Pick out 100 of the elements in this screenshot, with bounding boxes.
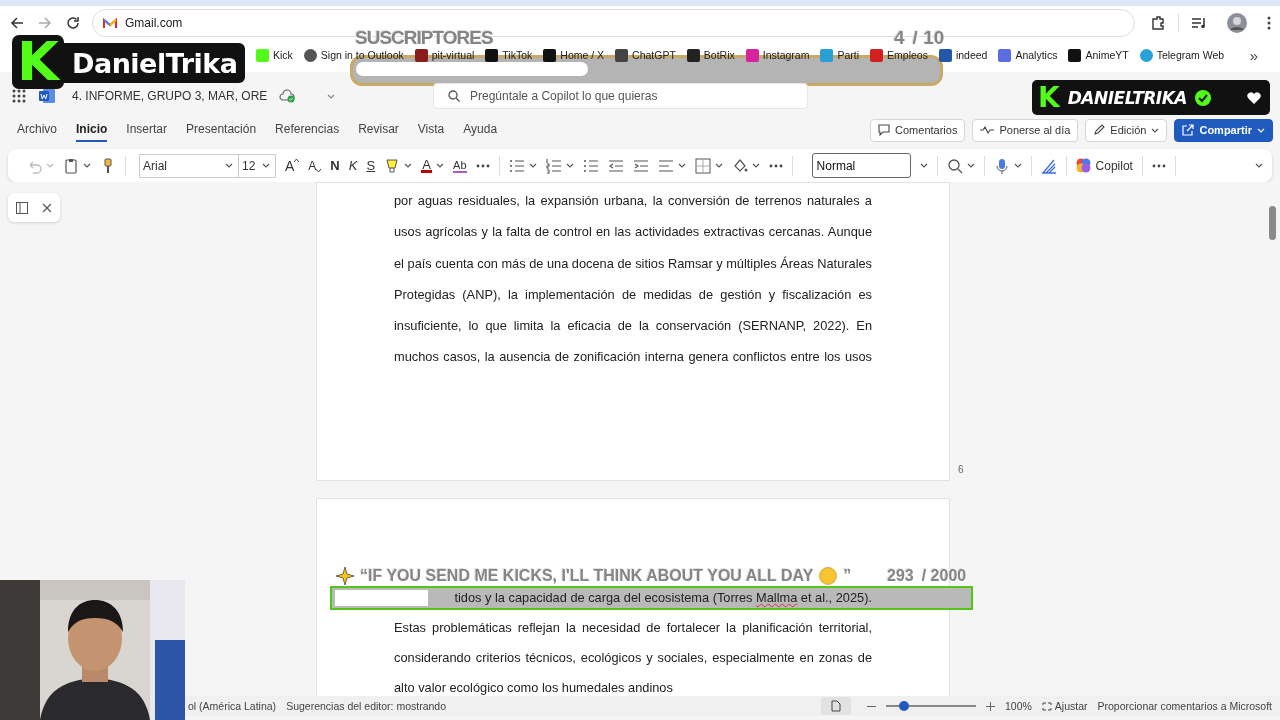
- share-button[interactable]: Compartir: [1174, 118, 1273, 142]
- fit-icon: [1041, 701, 1052, 711]
- close-icon[interactable]: [42, 202, 52, 213]
- chevron-down-icon[interactable]: [327, 93, 336, 99]
- bookmark-link[interactable]: Instagram: [745, 48, 810, 62]
- chevron-down-icon[interactable]: [1151, 127, 1160, 133]
- zoom-in-icon[interactable]: [985, 701, 995, 711]
- bold-button[interactable]: N: [330, 158, 340, 173]
- caret-up-icon: [294, 157, 300, 162]
- panel-icon[interactable]: [16, 201, 28, 214]
- chevron-down-icon[interactable]: [436, 163, 445, 168]
- ribbon-tab[interactable]: Archivo: [17, 118, 57, 142]
- chevron-down-icon[interactable]: [1013, 163, 1022, 168]
- address-text: Gmail.com: [125, 16, 183, 30]
- feedback-link[interactable]: Proporcionar comentarios a Microsoft: [1097, 700, 1272, 712]
- ribbon-tab[interactable]: Presentación: [186, 118, 257, 142]
- style-select[interactable]: Normal: [811, 153, 911, 178]
- bookmark-link[interactable]: Home / X: [543, 48, 605, 62]
- document-title[interactable]: 4. INFORME, GRUPO 3, MAR, ORE: [72, 89, 268, 103]
- site-icon: [938, 48, 952, 62]
- italic-button[interactable]: K: [348, 158, 358, 173]
- ribbon-tab[interactable]: Revisar: [358, 118, 399, 142]
- ribbon-tab[interactable]: Referencias: [275, 118, 340, 142]
- back-icon[interactable]: [10, 16, 24, 30]
- site-icon: [615, 48, 629, 62]
- ribbon-tab[interactable]: Insertar: [126, 118, 168, 142]
- chevron-down-icon[interactable]: [528, 163, 537, 168]
- scrollbar-thumb[interactable]: [1269, 206, 1276, 240]
- extensions-icon[interactable]: [1150, 15, 1166, 31]
- chevron-down-icon[interactable]: [966, 163, 975, 168]
- chevron-down-icon[interactable]: [404, 163, 413, 168]
- sparkle-icon: [336, 567, 354, 585]
- more-options-icon[interactable]: [475, 163, 490, 168]
- text-line: usos agrícolas y la falta de control en las actividades extractivas cercanas. Aunque: [394, 225, 872, 240]
- more-icon[interactable]: [1267, 16, 1271, 30]
- bookmark-link[interactable]: ChatGPT: [615, 48, 676, 62]
- text-line: Protegidas (ANP), la implementación de medidas de gestión y fiscalización es: [394, 287, 872, 302]
- quote-mark: ”: [843, 567, 852, 585]
- chevron-down-icon[interactable]: [83, 163, 91, 168]
- bookmark-link[interactable]: Empleos: [870, 48, 928, 62]
- heart-icon[interactable]: [1246, 90, 1262, 105]
- comment-button[interactable]: Comentarios: [870, 118, 966, 142]
- chevron-down-icon[interactable]: [565, 163, 574, 168]
- more-bookmarks-button[interactable]: »: [1249, 46, 1258, 64]
- highlighter-icon[interactable]: [384, 157, 401, 174]
- shrink-font-button[interactable]: A: [308, 158, 322, 173]
- page-view-button[interactable]: [820, 697, 851, 715]
- increase-indent-icon[interactable]: [632, 157, 649, 174]
- search-icon[interactable]: [946, 157, 963, 174]
- chevron-down-icon[interactable]: [677, 163, 686, 168]
- editor-pen-icon[interactable]: [1040, 157, 1057, 174]
- ribbon-tab[interactable]: Inicio: [76, 118, 108, 142]
- bookmark-link[interactable]: Analytics: [998, 48, 1058, 62]
- bullets-icon[interactable]: [508, 157, 525, 174]
- clipboard-icon[interactable]: [63, 157, 79, 174]
- search-field[interactable]: Pregúntale a Copilot lo que quieras: [433, 83, 808, 109]
- zoom-level[interactable]: 100%: [1004, 700, 1032, 712]
- bookmark-link[interactable]: Kick: [256, 48, 293, 62]
- chevron-down-icon[interactable]: [751, 163, 760, 168]
- checklist-icon[interactable]: [582, 157, 599, 174]
- chevron-down-icon[interactable]: [262, 163, 270, 168]
- font-select[interactable]: Arial: [139, 153, 239, 178]
- site-icon: [870, 48, 884, 62]
- bookmark-link[interactable]: Telegram Web: [1139, 48, 1225, 62]
- ribbon-tab[interactable]: Vista: [417, 118, 445, 142]
- cloud-saved-icon: [279, 89, 296, 103]
- chevron-down-icon[interactable]: [225, 163, 233, 168]
- copilot-button[interactable]: Copilot: [1075, 158, 1133, 173]
- editor-status[interactable]: Sugerencias del editor: mostrando: [286, 700, 447, 712]
- bookmark-link[interactable]: AnimeYT: [1068, 48, 1129, 62]
- bookmark-link[interactable]: indeed: [938, 48, 988, 62]
- bookmark-link[interactable]: BotRix: [686, 48, 735, 62]
- chevron-down-icon[interactable]: [1254, 163, 1264, 168]
- bookmark-link[interactable]: Parti: [820, 48, 860, 62]
- apps-grid-icon[interactable]: [12, 89, 26, 103]
- more-options-icon[interactable]: [768, 163, 783, 168]
- ribbon-tab[interactable]: Ayuda: [463, 118, 498, 142]
- grow-font-button[interactable]: A: [285, 157, 300, 174]
- avatar-icon[interactable]: [1227, 13, 1247, 33]
- bookmark-link[interactable]: pit-virtual: [414, 48, 475, 62]
- language-status[interactable]: ol (América Latina): [188, 700, 277, 712]
- catchup-button[interactable]: Ponerse al día: [972, 118, 1079, 142]
- document-app-icon[interactable]: [38, 88, 56, 104]
- text-line: Estas problemáticas reflejan la necesidad de fortalecer la planificación territorial,: [394, 621, 872, 635]
- reload-icon[interactable]: [66, 16, 80, 30]
- microphone-icon[interactable]: [993, 157, 1010, 174]
- decrease-indent-icon[interactable]: [607, 157, 624, 174]
- bookmark-link[interactable]: TikTok: [485, 48, 533, 62]
- chevron-down-icon[interactable]: [919, 163, 928, 168]
- clear-formatting-button[interactable]: Ab: [453, 158, 467, 173]
- more-options-icon[interactable]: [1151, 163, 1166, 168]
- fit-button[interactable]: Ajustar: [1041, 700, 1088, 712]
- text-line: tidos y la capacidad de carga del ecosistema (Torres Mallma et al., 2025).: [453, 591, 872, 605]
- chevron-down-icon[interactable]: [714, 163, 723, 168]
- strikethrough-button[interactable]: S: [366, 158, 376, 173]
- media-icon[interactable]: [1191, 16, 1207, 30]
- activity-icon: [980, 126, 995, 134]
- size-select[interactable]: 12: [238, 153, 276, 178]
- edit-button[interactable]: Edición: [1085, 118, 1168, 142]
- font-color-button[interactable]: A: [421, 158, 433, 173]
